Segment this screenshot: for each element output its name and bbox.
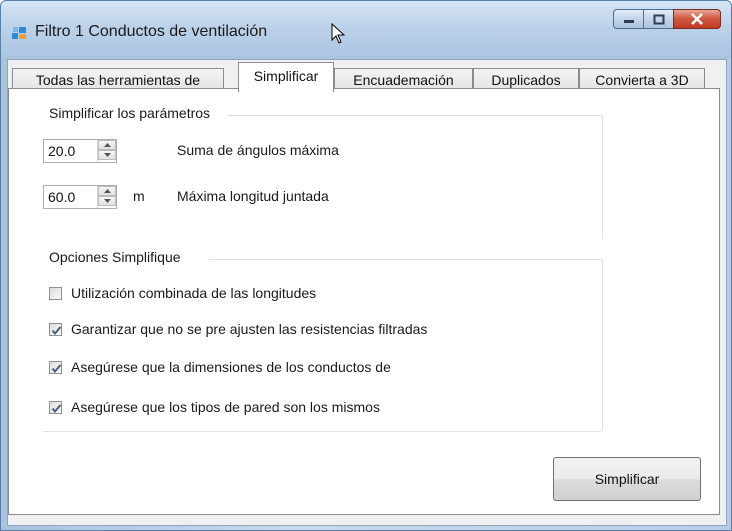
length-up-button[interactable] [98, 186, 116, 196]
close-icon [691, 13, 703, 25]
parameters-group-title: Simplificar los parámetros [49, 105, 211, 121]
angle-label: Suma de ángulos máxima [177, 142, 339, 158]
close-button[interactable] [673, 9, 721, 29]
option-checkbox[interactable] [49, 401, 62, 414]
client-area: Todas las herramientas de Simplificar En… [7, 59, 727, 526]
length-unit: m [133, 188, 145, 204]
simplify-tab-panel: Simplificar los parámetros 20.0 Suma de … [8, 88, 720, 515]
option-label: Garantizar que no se pre ajusten las res… [71, 321, 428, 337]
checkmark-icon [51, 404, 62, 414]
length-label: Máxima longitud juntada [177, 188, 329, 204]
minimize-icon [623, 20, 634, 23]
tab-simplify[interactable]: Simplificar [238, 62, 334, 92]
parameters-group-edge [602, 115, 603, 239]
option-label: Utilización combinada de las longitudes [71, 285, 317, 301]
angle-spinner-arrows [97, 140, 116, 162]
checkmark-icon [51, 326, 62, 336]
option-label: Asegúrese que los tipos de pared son los… [71, 399, 380, 415]
tab-label: Todas las herramientas de [35, 72, 201, 88]
options-group-divider [209, 259, 602, 260]
app-window: Filtro 1 Conductos de ventilación Todas … [0, 0, 732, 531]
caption-buttons [613, 9, 721, 31]
title-bar[interactable]: Filtro 1 Conductos de ventilación [1, 1, 731, 59]
window-title: Filtro 1 Conductos de ventilación [35, 23, 268, 40]
angle-value: 20.0 [48, 143, 76, 159]
tab-label: Simplificar [253, 68, 319, 84]
simplify-button-label: Simplificar [594, 471, 660, 487]
mouse-cursor-icon [331, 23, 346, 44]
tab-label: Encuademación [353, 72, 454, 88]
length-spinner[interactable]: 60.0 [43, 185, 117, 209]
arrow-down-icon [103, 199, 111, 203]
angle-down-button[interactable] [98, 150, 116, 160]
tab-label: Convierta a 3D [595, 72, 689, 88]
tab-label: Duplicados [491, 72, 561, 88]
option-label: Asegúrese que la dimensiones de los cond… [71, 359, 391, 375]
checkmark-icon [51, 364, 62, 374]
parameters-group-divider [227, 115, 602, 116]
option-checkbox[interactable] [49, 323, 62, 336]
app-window-icon [12, 27, 26, 39]
option-checkbox[interactable] [49, 361, 62, 374]
arrow-up-icon [103, 189, 111, 193]
length-value: 60.0 [48, 189, 76, 205]
simplify-button[interactable]: Simplificar [553, 457, 701, 501]
angle-up-button[interactable] [98, 140, 116, 150]
maximize-button[interactable] [643, 9, 673, 29]
maximize-icon [653, 14, 664, 24]
length-down-button[interactable] [98, 196, 116, 206]
minimize-button[interactable] [613, 9, 643, 29]
option-checkbox[interactable] [49, 287, 62, 300]
arrow-up-icon [103, 143, 111, 147]
tab-strip: Todas las herramientas de Simplificar En… [8, 62, 708, 92]
length-spinner-arrows [97, 186, 116, 208]
options-group-title: Opciones Simplifique [49, 249, 181, 265]
options-group-edge [602, 259, 603, 431]
angle-spinner[interactable]: 20.0 [43, 139, 117, 163]
options-group-bottom [43, 431, 602, 432]
arrow-down-icon [103, 153, 111, 157]
